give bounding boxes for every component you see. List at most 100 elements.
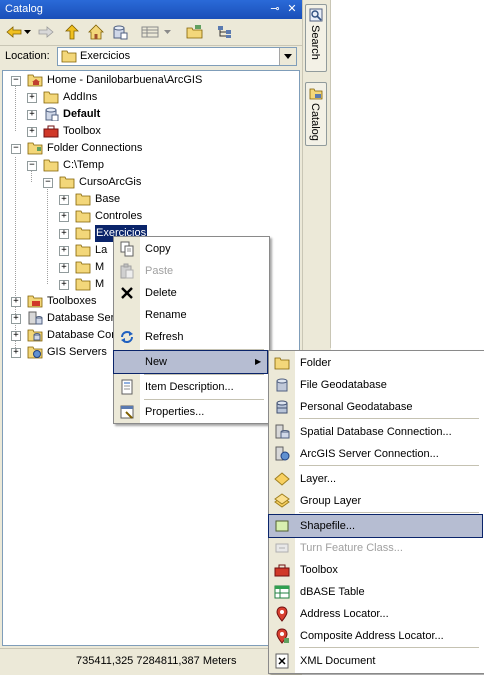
submenu-item-file-geodatabase[interactable]: File Geodatabase xyxy=(269,374,482,396)
menu-item-label: Item Description... xyxy=(145,381,234,393)
database-server-icon xyxy=(27,311,43,325)
expander-icon[interactable]: + xyxy=(59,212,69,222)
menu-item-refresh[interactable]: Refresh xyxy=(114,326,267,348)
database-connection-icon xyxy=(27,328,43,342)
toggle-contents-icon[interactable] xyxy=(214,22,236,42)
submenu-item-label: File Geodatabase xyxy=(300,379,387,391)
tree-item-label: Default xyxy=(63,108,101,120)
menu-item-description[interactable]: Item Description... xyxy=(114,376,267,398)
submenu-item-xml-document[interactable]: XML Document xyxy=(269,650,482,672)
home-icon[interactable] xyxy=(86,22,106,42)
menu-item-new[interactable]: New ▶ xyxy=(113,350,268,374)
expander-icon[interactable]: + xyxy=(11,297,21,307)
submenu-item-label: Personal Geodatabase xyxy=(300,401,413,413)
submenu-item-toolbox[interactable]: Toolbox xyxy=(269,559,482,581)
up-one-level-icon[interactable] xyxy=(62,22,82,42)
view-dropdown-icon[interactable] xyxy=(162,22,172,42)
delete-icon xyxy=(119,285,135,301)
expander-icon[interactable]: − xyxy=(43,178,53,188)
expander-icon[interactable]: − xyxy=(11,144,21,154)
search-tab[interactable]: Search xyxy=(305,4,327,72)
submenu-item-arcgis-server-connection[interactable]: ArcGIS Server Connection... xyxy=(269,443,482,465)
menu-item-copy[interactable]: Copy xyxy=(114,238,267,260)
tree-item-label: M xyxy=(95,261,105,273)
tree-item-cursoarcgis[interactable]: − CursoArcGis xyxy=(3,174,297,191)
menu-separator xyxy=(299,418,479,419)
menu-item-paste[interactable]: Paste xyxy=(114,260,267,282)
close-icon[interactable]: ✕ xyxy=(285,2,299,16)
window-border xyxy=(330,0,331,348)
tree-item-addins[interactable]: + AddIns xyxy=(3,89,297,106)
tree-item-controles[interactable]: + Controles xyxy=(3,208,297,225)
submenu-item-folder[interactable]: Folder xyxy=(269,352,482,374)
back-dropdown-icon[interactable] xyxy=(22,22,32,42)
submenu-item-label: dBASE Table xyxy=(300,586,365,598)
tree-item-label: Controles xyxy=(95,210,143,222)
expander-icon[interactable]: + xyxy=(59,280,69,290)
menu-item-properties[interactable]: Properties... xyxy=(114,401,267,423)
submenu-item-personal-geodatabase[interactable]: Personal Geodatabase xyxy=(269,396,482,418)
expander-icon[interactable]: + xyxy=(27,110,37,120)
expander-icon[interactable]: + xyxy=(59,246,69,256)
toolbox-icon xyxy=(43,124,59,138)
forward-arrow-icon[interactable] xyxy=(36,22,56,42)
tree-item-label: AddIns xyxy=(63,91,98,103)
folder-icon xyxy=(75,209,91,223)
folder-icon xyxy=(75,226,91,240)
chevron-down-icon[interactable] xyxy=(279,48,296,65)
submenu-item-layer[interactable]: Layer... xyxy=(269,468,482,490)
context-menu: Copy Paste Delete Rename Refresh New ▶ Item Des… xyxy=(113,236,270,424)
menu-separator xyxy=(144,399,264,400)
menu-item-label: Copy xyxy=(145,243,171,255)
tree-item-temp[interactable]: − C:\Temp xyxy=(3,157,297,174)
refresh-icon xyxy=(119,329,135,345)
submenu-item-shapefile[interactable]: Shapefile... xyxy=(268,514,483,538)
tree-item-label: Home - Danilobarbuena\ArcGIS xyxy=(47,74,203,86)
submenu-item-turn-feature-class[interactable]: Turn Feature Class... xyxy=(269,537,482,559)
tree-item-base[interactable]: + Base xyxy=(3,191,297,208)
location-combobox[interactable]: Exercicios xyxy=(57,47,297,66)
submenu-item-composite-address-locator[interactable]: Composite Address Locator... xyxy=(269,625,482,647)
default-geodatabase-icon[interactable] xyxy=(110,22,130,42)
tree-item-label: Base xyxy=(95,193,121,205)
menu-item-delete[interactable]: Delete xyxy=(114,282,267,304)
submenu-item-label: Shapefile... xyxy=(300,520,356,532)
submenu-item-label: Folder xyxy=(300,357,332,369)
expander-icon[interactable]: + xyxy=(59,263,69,273)
submenu-item-dbase-table[interactable]: dBASE Table xyxy=(269,581,482,603)
expander-icon[interactable]: − xyxy=(27,161,37,171)
expander-icon[interactable]: + xyxy=(11,314,21,324)
expander-icon[interactable]: + xyxy=(11,331,21,341)
submenu-item-address-locator[interactable]: Address Locator... xyxy=(269,603,482,625)
expander-icon[interactable]: + xyxy=(59,195,69,205)
shapefile-icon xyxy=(274,518,290,534)
pin-icon[interactable]: ⊸ xyxy=(268,2,282,16)
tree-item-home[interactable]: − Home - Danilobarbuena\ArcGIS xyxy=(3,72,297,89)
catalog-icon xyxy=(309,86,323,103)
expander-icon[interactable]: + xyxy=(59,229,69,239)
expander-icon[interactable]: − xyxy=(11,76,21,86)
xml-document-icon xyxy=(274,653,290,669)
paste-icon xyxy=(119,263,135,279)
tree-item-default[interactable]: + Default xyxy=(3,106,297,123)
submenu-item-group-layer[interactable]: Group Layer xyxy=(269,490,482,512)
expander-icon[interactable]: + xyxy=(27,93,37,103)
dbase-table-icon xyxy=(274,584,290,600)
tree-item-folder-connections[interactable]: − Folder Connections xyxy=(3,140,297,157)
menu-item-label: Paste xyxy=(145,265,174,277)
catalog-titlebar[interactable]: Catalog ⊸ ✕ xyxy=(0,0,302,19)
file-geodatabase-icon xyxy=(274,377,290,393)
new-submenu: Folder File Geodatabase Personal Geodataba… xyxy=(268,350,484,674)
connect-folder-icon[interactable] xyxy=(184,22,206,42)
submenu-item-label: Group Layer xyxy=(300,495,362,507)
catalog-tab[interactable]: Catalog xyxy=(305,82,327,146)
back-arrow-icon[interactable] xyxy=(4,22,24,42)
expander-icon[interactable]: + xyxy=(27,127,37,137)
view-options-icon[interactable] xyxy=(138,22,162,42)
folder-icon xyxy=(43,158,59,172)
tree-item-toolbox[interactable]: + Toolbox xyxy=(3,123,297,140)
expander-icon[interactable]: + xyxy=(11,348,21,358)
submenu-item-spatial-db-connection[interactable]: Spatial Database Connection... xyxy=(269,421,482,443)
folder-icon xyxy=(59,175,75,189)
menu-item-rename[interactable]: Rename xyxy=(114,304,267,326)
